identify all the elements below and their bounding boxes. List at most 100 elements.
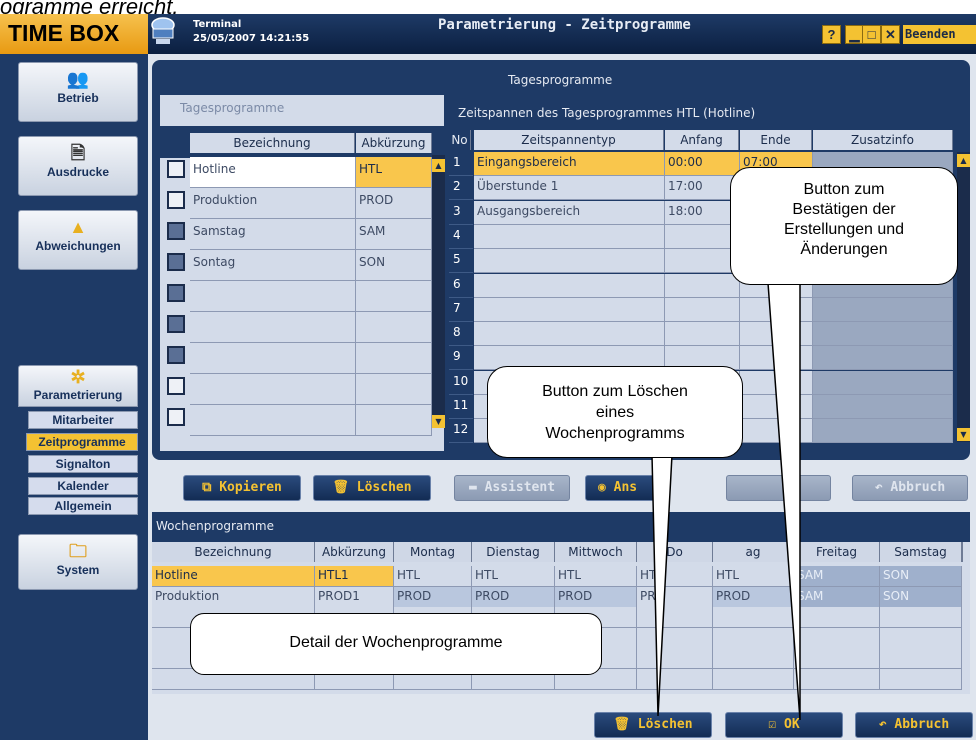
ok-button[interactable]: ☑ OK: [725, 712, 843, 738]
zs-row-type[interactable]: [474, 273, 665, 298]
wochen-cell[interactable]: PROD: [394, 586, 472, 608]
wochen-cell[interactable]: [880, 648, 962, 669]
wochen-cell[interactable]: [880, 607, 962, 628]
wochen-col-header[interactable]: Do: [637, 542, 713, 562]
wochen-cell[interactable]: [880, 668, 962, 690]
zs-row-info[interactable]: [813, 395, 953, 419]
zs-row-end[interactable]: [740, 297, 813, 322]
wochen-cell[interactable]: HTL: [555, 566, 637, 587]
col-header-start[interactable]: Anfang: [665, 130, 739, 150]
wochen-cell[interactable]: PROD: [472, 586, 555, 608]
wochen-cell[interactable]: PR: [637, 586, 713, 608]
wochen-cell[interactable]: [794, 668, 880, 690]
zs-row-start[interactable]: [665, 249, 740, 274]
row-checkbox[interactable]: [167, 222, 185, 240]
wochen-cell[interactable]: HTL: [713, 566, 794, 587]
zs-row-end[interactable]: [740, 395, 813, 419]
wochen-col-header[interactable]: Dienstag: [472, 542, 555, 562]
row-checkbox[interactable]: [167, 191, 185, 209]
wochen-col-header[interactable]: Abkürzung: [315, 542, 394, 562]
row-checkbox[interactable]: [167, 284, 185, 302]
zs-row-type[interactable]: [474, 249, 665, 274]
scroll-down-icon[interactable]: ▼: [957, 428, 970, 441]
tages-row-name[interactable]: [190, 405, 356, 436]
tages-row-name[interactable]: Hotline: [190, 157, 356, 188]
help-button[interactable]: ?: [822, 25, 841, 44]
wochen-cell[interactable]: [794, 627, 880, 649]
zs-row-start[interactable]: [665, 322, 740, 347]
scroll-down-icon[interactable]: ▼: [432, 415, 445, 428]
wochen-cell[interactable]: PROD: [713, 586, 794, 608]
wochen-cell[interactable]: [713, 607, 794, 628]
wochen-cell[interactable]: [637, 668, 713, 690]
wochen-cell[interactable]: PROD1: [315, 586, 394, 608]
wochen-cell[interactable]: SAM: [794, 586, 880, 608]
wochen-col-header[interactable]: Samstag: [880, 542, 962, 562]
tages-row-name[interactable]: [190, 374, 356, 405]
zs-row-type[interactable]: [474, 322, 665, 347]
scroll-up-icon[interactable]: ▲: [432, 159, 445, 172]
zs-row-type[interactable]: [474, 224, 665, 249]
cancel-button[interactable]: ↶ Abbruch: [855, 712, 973, 738]
tages-row-name[interactable]: Produktion: [190, 188, 356, 219]
wochen-cell[interactable]: [880, 627, 962, 649]
zs-row-end[interactable]: [740, 346, 813, 371]
wochen-cell[interactable]: Produktion: [152, 586, 315, 608]
tages-row-abbr[interactable]: PROD: [356, 188, 432, 219]
zs-row-start[interactable]: [665, 297, 740, 322]
wochen-cell[interactable]: [794, 648, 880, 669]
row-checkbox[interactable]: [167, 160, 185, 178]
zs-row-end[interactable]: [740, 419, 813, 444]
tages-row-name[interactable]: [190, 343, 356, 374]
tages-row-abbr[interactable]: [356, 374, 432, 405]
tages-row-abbr[interactable]: [356, 405, 432, 436]
col-header-info[interactable]: Zusatzinfo: [813, 130, 953, 150]
zs-row-start[interactable]: 18:00: [665, 200, 740, 225]
copy-button[interactable]: ⧉ Kopieren: [183, 475, 301, 501]
wochen-cell[interactable]: SAM: [794, 566, 880, 587]
tages-row-abbr[interactable]: SAM: [356, 219, 432, 250]
wochen-cell[interactable]: [713, 648, 794, 669]
cancel-button-top[interactable]: ↶ Abbruch: [852, 475, 968, 501]
subnav-kalender[interactable]: Kalender: [28, 477, 138, 495]
tages-row-name[interactable]: Samstag: [190, 219, 356, 250]
tages-row-name[interactable]: Sontag: [190, 250, 356, 281]
ok-button-top[interactable]: [726, 475, 831, 501]
wochen-cell[interactable]: HT: [637, 566, 713, 587]
wochen-cell[interactable]: [713, 668, 794, 690]
zs-row-type[interactable]: [474, 297, 665, 322]
tages-row-abbr[interactable]: [356, 281, 432, 312]
close-button[interactable]: ✕: [881, 25, 900, 44]
zs-row-info[interactable]: [813, 419, 953, 444]
tages-row-abbr[interactable]: [356, 343, 432, 374]
subnav-allgemein[interactable]: Allgemein: [28, 497, 138, 515]
tages-row-abbr[interactable]: HTL: [356, 157, 432, 188]
tages-row-name[interactable]: [190, 312, 356, 343]
wochen-cell[interactable]: SON: [880, 566, 962, 587]
zs-row-type[interactable]: Überstunde 1: [474, 176, 665, 201]
col-header-abbr[interactable]: Abkürzung: [356, 133, 432, 153]
wochen-cell[interactable]: [637, 627, 713, 649]
wochen-cell[interactable]: HTL1: [315, 566, 394, 587]
wochen-cell[interactable]: PROD: [555, 586, 637, 608]
tages-row-name[interactable]: [190, 281, 356, 312]
view-button[interactable]: ◉ Ans: [585, 475, 665, 501]
zs-row-end[interactable]: [740, 370, 813, 395]
wochen-cell[interactable]: [637, 648, 713, 669]
zs-row-type[interactable]: Eingangsbereich: [474, 152, 665, 176]
subnav-mitarbeiter[interactable]: Mitarbeiter: [28, 411, 138, 429]
tages-row-abbr[interactable]: [356, 312, 432, 343]
delete-button-top[interactable]: 🗑 Löschen: [313, 475, 431, 501]
row-checkbox[interactable]: [167, 315, 185, 333]
wochen-cell[interactable]: HTL: [394, 566, 472, 587]
wochen-col-header[interactable]: ag: [713, 542, 794, 562]
nav-abweichungen[interactable]: ▲ Abweichungen: [18, 210, 138, 270]
zs-row-info[interactable]: [813, 346, 953, 371]
zs-row-start[interactable]: 00:00: [665, 152, 740, 176]
zs-row-start[interactable]: [665, 273, 740, 298]
wochen-cell[interactable]: Hotline: [152, 566, 315, 587]
wochen-cell[interactable]: [637, 607, 713, 628]
scroll-up-icon[interactable]: ▲: [957, 154, 970, 167]
wochen-cell[interactable]: [713, 627, 794, 649]
delete-button-bottom[interactable]: 🗑 Löschen: [594, 712, 712, 738]
